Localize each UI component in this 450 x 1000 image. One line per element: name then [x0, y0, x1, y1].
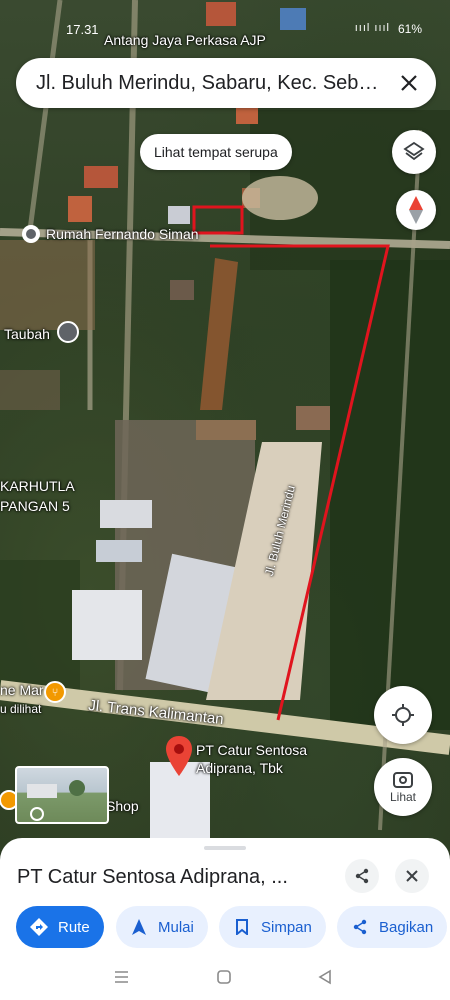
close-icon [406, 870, 418, 882]
street-view-thumbnail[interactable] [15, 766, 109, 824]
camera-icon [393, 772, 413, 788]
map-label-rumah[interactable]: Rumah Fernando Siman [46, 226, 199, 242]
share-action-button[interactable]: Bagikan [337, 906, 448, 948]
start-button[interactable]: Mulai [116, 906, 208, 948]
layers-icon [403, 141, 425, 161]
map-label-dilihat: u dilihat [0, 702, 42, 716]
map-label-pangan: PANGAN 5 [0, 498, 70, 514]
directions-icon [30, 918, 48, 936]
drag-handle[interactable] [204, 846, 246, 850]
save-button[interactable]: Simpan [219, 906, 326, 948]
search-bar[interactable]: Jl. Buluh Merindu, Sabaru, Kec. Seb… [16, 58, 436, 108]
svg-text:⑂: ⑂ [52, 686, 59, 699]
save-label: Simpan [261, 918, 312, 936]
lens-label: Lihat [389, 790, 417, 804]
status-bar: 17.31 ıııl ıııl 61% [0, 0, 450, 37]
map-label-karhutla: KARHUTLA [0, 478, 75, 494]
street-view-icon [27, 780, 85, 821]
share-label: Bagikan [379, 918, 434, 936]
similar-places-label: Lihat tempat serupa [154, 144, 278, 160]
similar-places-chip[interactable]: Lihat tempat serupa [140, 134, 292, 170]
map-label-antang[interactable]: Antang Jaya Perkasa AJP [104, 32, 266, 48]
share-icon [351, 918, 369, 936]
close-icon[interactable] [388, 62, 430, 104]
back-icon[interactable] [318, 969, 331, 985]
layers-button[interactable] [392, 130, 436, 174]
share-icon [355, 868, 369, 884]
status-time: 17.31 [66, 22, 99, 37]
close-sheet-button[interactable] [395, 859, 429, 893]
search-query[interactable]: Jl. Buluh Merindu, Sabaru, Kec. Seb… [36, 72, 388, 95]
start-label: Mulai [158, 918, 194, 936]
bookmark-icon [233, 918, 251, 936]
compass-icon [409, 196, 423, 224]
compass-button[interactable] [396, 190, 436, 230]
map-label-pt-line1[interactable]: PT Catur Sentosa [196, 742, 307, 758]
lens-button[interactable]: Lihat [374, 758, 432, 816]
place-title: PT Catur Sentosa Adiprana, ... [17, 866, 288, 888]
map-label-mar[interactable]: ne Mar [0, 682, 44, 698]
map-label-taubah[interactable]: Taubah [4, 326, 50, 342]
battery-level: 61% [397, 22, 422, 36]
crosshair-icon [392, 704, 414, 726]
place-pin-icon[interactable] [166, 736, 192, 776]
recents-icon[interactable] [115, 971, 128, 983]
my-location-button[interactable] [374, 686, 432, 744]
share-button[interactable] [345, 859, 379, 893]
home-icon[interactable] [217, 970, 231, 984]
system-nav-bar [0, 962, 450, 1000]
directions-button[interactable]: Rute [16, 906, 104, 948]
navigation-arrow-icon [130, 918, 148, 936]
map-label-pt-line2[interactable]: Adiprana, Tbk [196, 760, 283, 776]
directions-label: Rute [58, 918, 90, 936]
signal-icon: ıııl ıııl [354, 22, 390, 34]
map-label-shop[interactable]: Shop [106, 798, 139, 814]
